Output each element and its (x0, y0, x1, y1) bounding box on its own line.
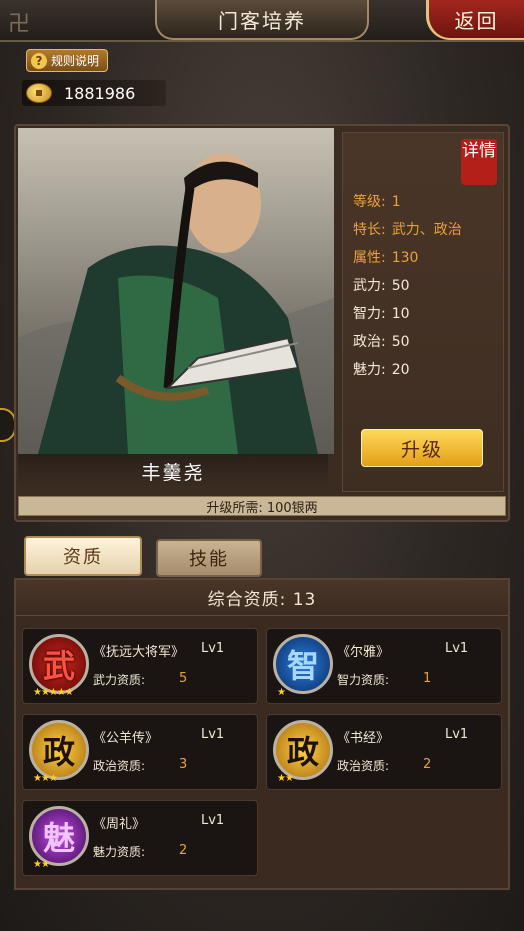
talent-summary: 综合资质: 13 (16, 580, 508, 616)
talent-card-charm[interactable]: 魅 ★★ 《周礼》 Lv1 魅力资质: 2 (22, 800, 258, 876)
charm-medal-icon: 魅 (29, 806, 89, 866)
silver-balance: 1881986 (22, 80, 166, 106)
hero-card: 丰羹尧 详情 等级: 1 特长: 武力、政治 属性: 130 武力: 50 智力: 10 … (14, 124, 510, 522)
coin-icon (26, 83, 52, 103)
book-level: Lv1 (201, 641, 225, 656)
page-title: 门客培养 (155, 0, 369, 40)
aptitude-value: 3 (179, 757, 188, 772)
hero-portrait (18, 128, 334, 454)
aptitude-label: 魅力资质: (93, 845, 146, 859)
politics-medal-icon: 政 (273, 720, 333, 780)
aptitude-label: 政治资质: (337, 759, 390, 773)
book-title: 《抚远大将军》 (93, 645, 185, 660)
silver-amount: 1881986 (64, 83, 136, 103)
back-button[interactable]: 返回 (426, 0, 524, 40)
aptitude-value: 2 (423, 757, 432, 772)
force-medal-icon: 武 (29, 634, 89, 694)
stat-charm: 魅力: 20 (353, 362, 410, 378)
stat-politics: 政治: 50 (353, 334, 410, 350)
aptitude-label: 政治资质: (93, 759, 146, 773)
talent-card-intellect[interactable]: 智 ★ 《尔雅》 Lv1 智力资质: 1 (266, 628, 502, 704)
talent-card-politics-2[interactable]: 政 ★★ 《书经》 Lv1 政治资质: 2 (266, 714, 502, 790)
aptitude-value: 1 (423, 671, 432, 686)
stat-intellect: 智力: 10 (353, 306, 410, 322)
intellect-medal-icon: 智 (273, 634, 333, 694)
star-rating: ★★★ (33, 773, 58, 784)
aptitude-label: 武力资质: (93, 673, 146, 687)
hero-stats-panel: 详情 等级: 1 特长: 武力、政治 属性: 130 武力: 50 智力: 10 政治: 5… (342, 132, 504, 492)
hero-figure (18, 153, 334, 454)
aptitude-value: 2 (179, 843, 188, 858)
star-rating: ★★ (277, 773, 294, 784)
upgrade-cost: 升级所需: 100银两 (18, 496, 506, 516)
top-bar: 卍 门客培养 返回 (0, 0, 524, 42)
stat-attribute: 属性: 130 (353, 250, 419, 266)
detail-button[interactable]: 详情 (461, 139, 497, 185)
tab-skill[interactable]: 技能 (156, 539, 262, 577)
book-title: 《公羊传》 (93, 731, 159, 746)
star-rating: ★★ (33, 859, 50, 870)
book-level: Lv1 (445, 641, 469, 656)
talent-card-force[interactable]: 武 ★★★★★ 《抚远大将军》 Lv1 武力资质: 5 (22, 628, 258, 704)
star-rating: ★ (277, 687, 286, 698)
book-level: Lv1 (445, 727, 469, 742)
star-rating: ★★★★★ (33, 687, 74, 698)
stat-level: 等级: 1 (353, 194, 401, 210)
rules-label: 规则说明 (51, 54, 100, 68)
hero-name: 丰羹尧 (18, 454, 328, 488)
talent-card-politics-1[interactable]: 政 ★★★ 《公羊传》 Lv1 政治资质: 3 (22, 714, 258, 790)
ornament-icon: 卍 (8, 12, 31, 37)
book-title: 《周礼》 (93, 817, 146, 832)
stat-specialty: 特长: 武力、政治 (353, 222, 462, 238)
tab-aptitude[interactable]: 资质 (24, 536, 142, 576)
book-title: 《尔雅》 (337, 645, 390, 660)
question-icon: ? (31, 52, 47, 69)
book-level: Lv1 (201, 813, 225, 828)
politics-medal-icon: 政 (29, 720, 89, 780)
rules-button[interactable]: ? 规则说明 (26, 49, 109, 72)
book-title: 《书经》 (337, 731, 390, 746)
stat-force: 武力: 50 (353, 278, 410, 294)
aptitude-label: 智力资质: (337, 673, 390, 687)
aptitude-value: 5 (179, 671, 188, 686)
talent-panel: 综合资质: 13 武 ★★★★★ 《抚远大将军》 Lv1 武力资质: 5 智 ★… (14, 578, 510, 890)
book-level: Lv1 (201, 727, 225, 742)
upgrade-button[interactable]: 升级 (361, 429, 483, 467)
